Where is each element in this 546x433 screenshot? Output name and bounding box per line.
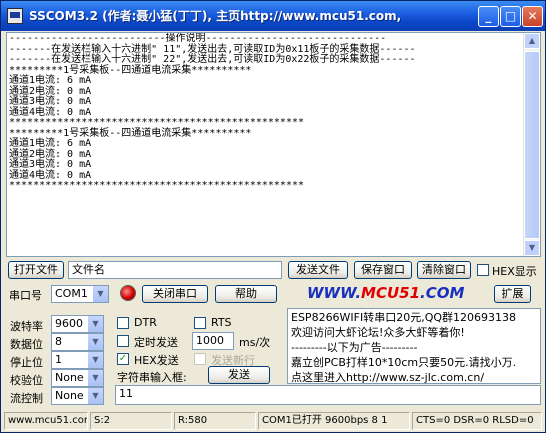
parity-value: None — [55, 371, 84, 384]
input-label: 字符串输入框: — [117, 371, 187, 384]
ad-line-3: ---------以下为广告--------- — [291, 341, 418, 354]
terminal-scrollbar[interactable]: ▲ ▼ — [523, 33, 540, 256]
logo-part-1: WWW. — [307, 284, 362, 302]
mcu51-logo[interactable]: WWW.MCU51.COM — [307, 284, 464, 302]
port-status-led-icon — [121, 286, 135, 300]
rts-label: RTS — [211, 316, 232, 329]
dropdown-arrow-icon[interactable]: ▼ — [87, 334, 103, 350]
app-icon[interactable] — [7, 8, 23, 24]
status-sent-count: S:2 — [90, 412, 172, 430]
stopbits-select[interactable]: 1 ▼ — [51, 351, 104, 369]
ad-line-5[interactable]: 点这里进入http://www.sz-jlc.com.cn/ — [291, 370, 537, 383]
stopbits-label: 停止位 — [10, 356, 43, 369]
interval-unit: ms/次 — [239, 336, 271, 349]
parity-select[interactable]: None ▼ — [51, 369, 104, 387]
stopbits-value: 1 — [55, 353, 62, 366]
clear-window-button[interactable]: 清除窗口 — [417, 261, 471, 279]
save-window-button[interactable]: 保存窗口 — [354, 261, 412, 279]
maximize-button[interactable]: □ — [500, 6, 521, 27]
status-received-count: R:580 — [174, 412, 256, 430]
flow-value: None — [55, 389, 84, 402]
flow-select[interactable]: None ▼ — [51, 387, 104, 405]
expand-button[interactable]: 扩展 — [494, 285, 531, 303]
logo-part-2: MCU51 — [361, 284, 421, 302]
port-label: 串口号 — [9, 289, 42, 302]
dropdown-arrow-icon[interactable]: ▼ — [87, 316, 103, 332]
interval-input[interactable]: 1000 — [192, 332, 234, 350]
port-select[interactable]: COM1 ▼ — [51, 285, 109, 303]
rts-checkbox[interactable] — [194, 317, 206, 329]
dtr-checkbox[interactable] — [117, 317, 129, 329]
terminal-text: --------------------------操作说明----------… — [9, 33, 416, 191]
send-button[interactable]: 发送 — [208, 366, 270, 384]
main-window: SSCOM3.2 (作者:聂小猛(丁丁), 主页http://www.mcu51… — [0, 0, 546, 433]
scroll-down-icon[interactable]: ▼ — [524, 240, 540, 256]
send-input[interactable]: 11 — [115, 385, 541, 405]
help-button[interactable]: 帮助 — [215, 285, 277, 303]
send-newline-checkbox[interactable] — [194, 353, 206, 365]
status-port-state: COM1已打开 9600bps 8 1 — [258, 412, 410, 430]
ad-line-2: 欢迎访问大虾论坛!众多大虾等着你! — [291, 326, 465, 339]
minimize-button[interactable]: _ — [478, 6, 499, 27]
baud-label: 波特率 — [10, 320, 43, 333]
parity-label: 校验位 — [10, 374, 43, 387]
logo-part-3: .COM — [420, 284, 465, 302]
dropdown-arrow-icon[interactable]: ▼ — [92, 286, 108, 302]
hex-send-label: HEX发送 — [134, 354, 179, 367]
databits-label: 数据位 — [10, 338, 43, 351]
dropdown-arrow-icon[interactable]: ▼ — [87, 352, 103, 368]
receive-terminal[interactable]: --------------------------操作说明----------… — [6, 32, 541, 257]
baud-select[interactable]: 9600 ▼ — [51, 315, 104, 333]
hex-display-checkbox[interactable] — [477, 264, 489, 276]
window-title: SSCOM3.2 (作者:聂小猛(丁丁), 主页http://www.mcu51… — [29, 9, 402, 23]
hex-display-label: HEX显示 — [492, 265, 537, 278]
dropdown-arrow-icon[interactable]: ▼ — [87, 370, 103, 386]
dtr-label: DTR — [134, 316, 157, 329]
databits-select[interactable]: 8 ▼ — [51, 333, 104, 351]
ad-line-1: ESP8266WIFI转串口20元,QQ群120693138 — [291, 311, 517, 324]
ad-panel[interactable]: ESP8266WIFI转串口20元,QQ群120693138 欢迎访问大虾论坛!… — [287, 308, 541, 384]
dropdown-arrow-icon[interactable]: ▼ — [87, 388, 103, 404]
timed-send-label: 定时发送 — [134, 336, 178, 349]
title-bar[interactable]: SSCOM3.2 (作者:聂小猛(丁丁), 主页http://www.mcu51… — [1, 1, 545, 31]
status-line-signals: CTS=0 DSR=0 RLSD=0 — [412, 412, 542, 430]
ad-line-4: 嘉立创PCB打样10*10cm只要50元.请找小万. — [291, 356, 517, 369]
status-site[interactable]: www.mcu51.com — [4, 412, 88, 430]
close-port-button[interactable]: 关闭串口 — [142, 285, 208, 303]
baud-value: 9600 — [55, 317, 83, 330]
open-file-button[interactable]: 打开文件 — [8, 261, 64, 279]
scroll-thumb[interactable] — [524, 51, 540, 239]
flow-label: 流控制 — [10, 392, 43, 405]
databits-value: 8 — [55, 335, 62, 348]
filename-field[interactable]: 文件名 — [68, 261, 282, 279]
hex-send-checkbox[interactable]: ✓ — [117, 353, 129, 365]
scroll-up-icon[interactable]: ▲ — [524, 33, 540, 49]
port-value: COM1 — [55, 287, 88, 300]
close-button[interactable]: ✕ — [522, 6, 543, 27]
send-file-button[interactable]: 发送文件 — [288, 261, 348, 279]
timed-send-checkbox[interactable] — [117, 335, 129, 347]
